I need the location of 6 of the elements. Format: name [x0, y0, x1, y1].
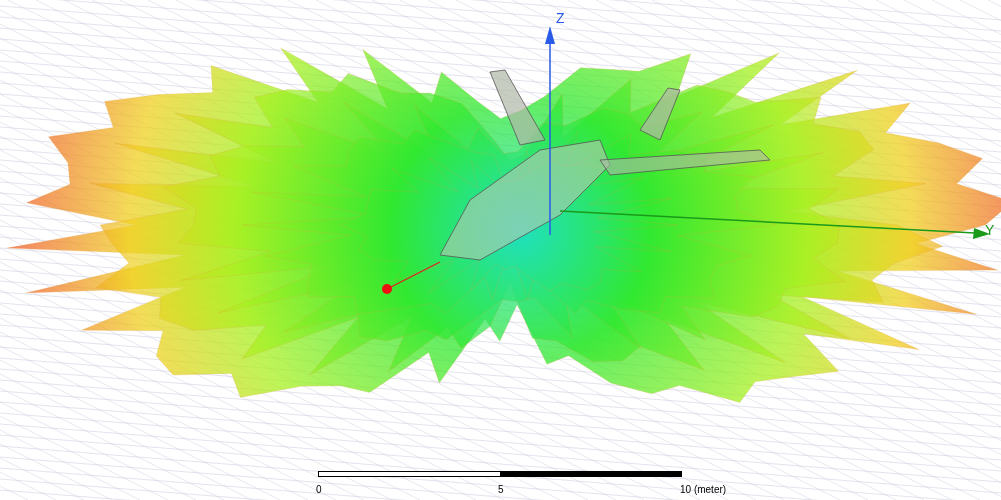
x-axis-marker: [382, 261, 441, 294]
scale-label: 5: [498, 483, 504, 497]
scale-label: 10 (meter): [680, 483, 727, 497]
scale-label: 0: [316, 483, 322, 497]
axis-label: Z: [556, 9, 565, 28]
axis-label: Y: [985, 221, 995, 240]
